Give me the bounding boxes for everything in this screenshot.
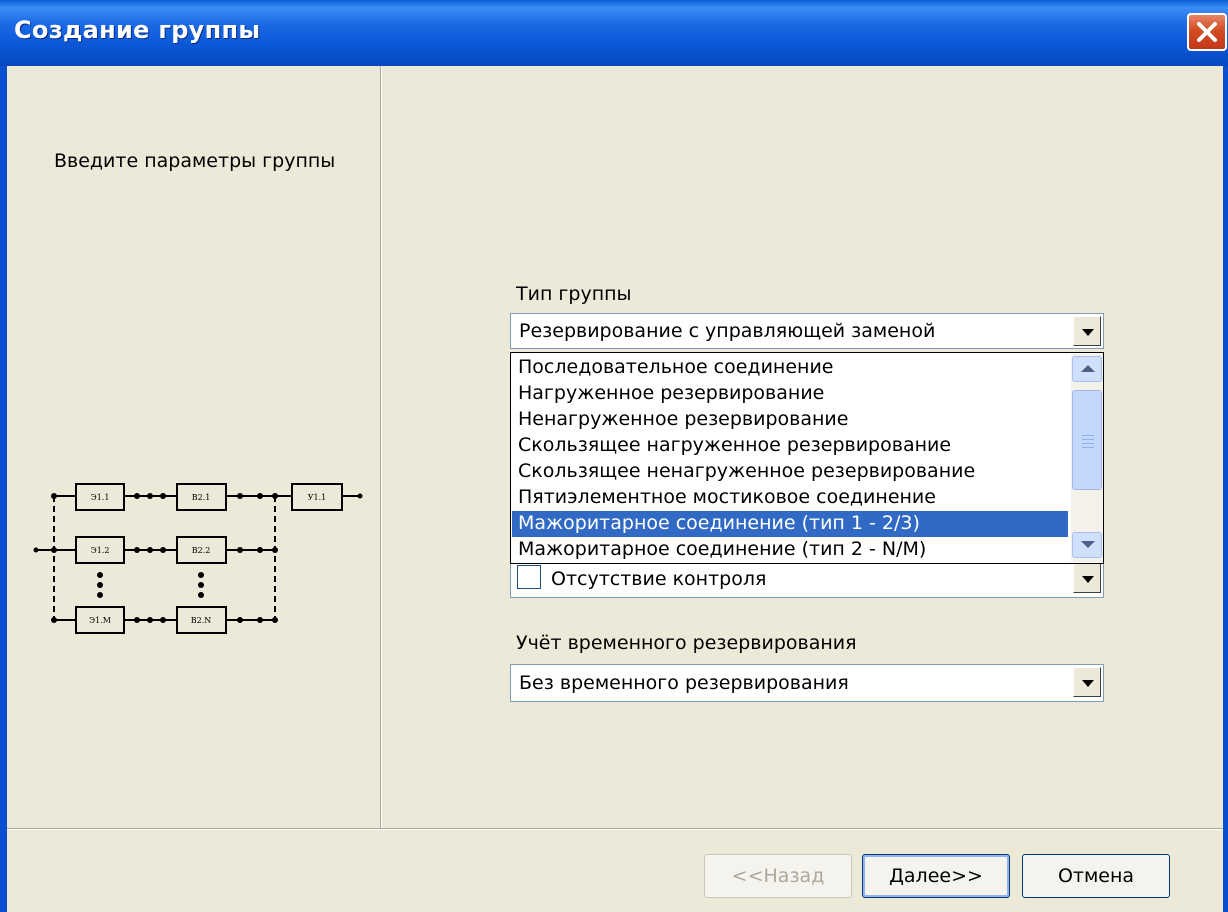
- dialog-window: Создание группы Введите параметры группы: [0, 0, 1228, 912]
- time-reserve-value: Без временного резервирования: [519, 672, 849, 694]
- group-type-dropdown-list[interactable]: Последовательное соединение Нагруженное …: [510, 352, 1104, 564]
- back-button[interactable]: <<Назад: [704, 854, 852, 898]
- list-item[interactable]: Нагруженное резервирование: [512, 381, 1068, 407]
- schema-label: Э1.1: [91, 493, 110, 502]
- window-frame-left: [0, 66, 7, 912]
- list-item[interactable]: Скользящее нагруженное резервирование: [512, 433, 1068, 459]
- window-frame-right: [1223, 66, 1228, 912]
- time-reserve-select[interactable]: Без временного резервирования: [510, 664, 1104, 702]
- group-type-label: Тип группы: [516, 283, 632, 305]
- scrollbar-thumb[interactable]: [1072, 390, 1102, 490]
- dropdown-arrow-icon[interactable]: [1073, 667, 1101, 697]
- title-bar[interactable]: Создание группы: [0, 0, 1228, 66]
- control-select[interactable]: Отсутствие контроля: [510, 560, 1104, 598]
- dropdown-scrollbar[interactable]: [1071, 354, 1103, 562]
- cancel-button[interactable]: Отмена: [1022, 854, 1170, 898]
- list-item[interactable]: Последовательное соединение: [512, 355, 1068, 381]
- control-checkbox[interactable]: [517, 565, 541, 589]
- list-item[interactable]: Пятиэлементное мостиковое соединение: [512, 485, 1068, 511]
- dropdown-arrow-icon[interactable]: [1073, 563, 1101, 593]
- group-type-value: Резервирование с управляющей заменой: [519, 320, 936, 342]
- group-type-select[interactable]: Резервирование с управляющей заменой: [510, 313, 1104, 349]
- scroll-down-icon[interactable]: [1072, 532, 1102, 558]
- dropdown-arrow-icon[interactable]: [1073, 316, 1101, 346]
- left-panel: [7, 66, 382, 828]
- schema-label: Э1.2: [91, 546, 110, 555]
- group-schema-diagram: Э1.1 В2.1 У1.1 Э1.2 В2.2 Э1.М В2.N: [33, 483, 363, 634]
- schema-label: В2.N: [191, 616, 212, 625]
- time-reserve-label: Учёт временного резервирования: [516, 632, 857, 654]
- window-title: Создание группы: [14, 16, 261, 44]
- list-item[interactable]: Мажоритарное соединение (тип 2 - N/M): [512, 537, 1068, 563]
- control-value: Отсутствие контроля: [551, 568, 767, 590]
- close-button[interactable]: [1187, 13, 1227, 51]
- schema-label: В2.1: [192, 493, 211, 502]
- list-item[interactable]: Скользящее ненагруженное резервирование: [512, 459, 1068, 485]
- schema-label: Э1.М: [89, 616, 111, 625]
- next-button[interactable]: Далее>>: [862, 854, 1010, 898]
- schema-label: У1.1: [308, 493, 327, 502]
- scroll-up-icon[interactable]: [1072, 356, 1102, 382]
- list-item-selected[interactable]: Мажоритарное соединение (тип 1 - 2/3): [512, 511, 1068, 537]
- list-item[interactable]: Ненагруженное резервирование: [512, 407, 1068, 433]
- intro-text: Введите параметры группы: [54, 150, 336, 172]
- close-icon: [1197, 22, 1217, 42]
- schema-label: В2.2: [192, 546, 211, 555]
